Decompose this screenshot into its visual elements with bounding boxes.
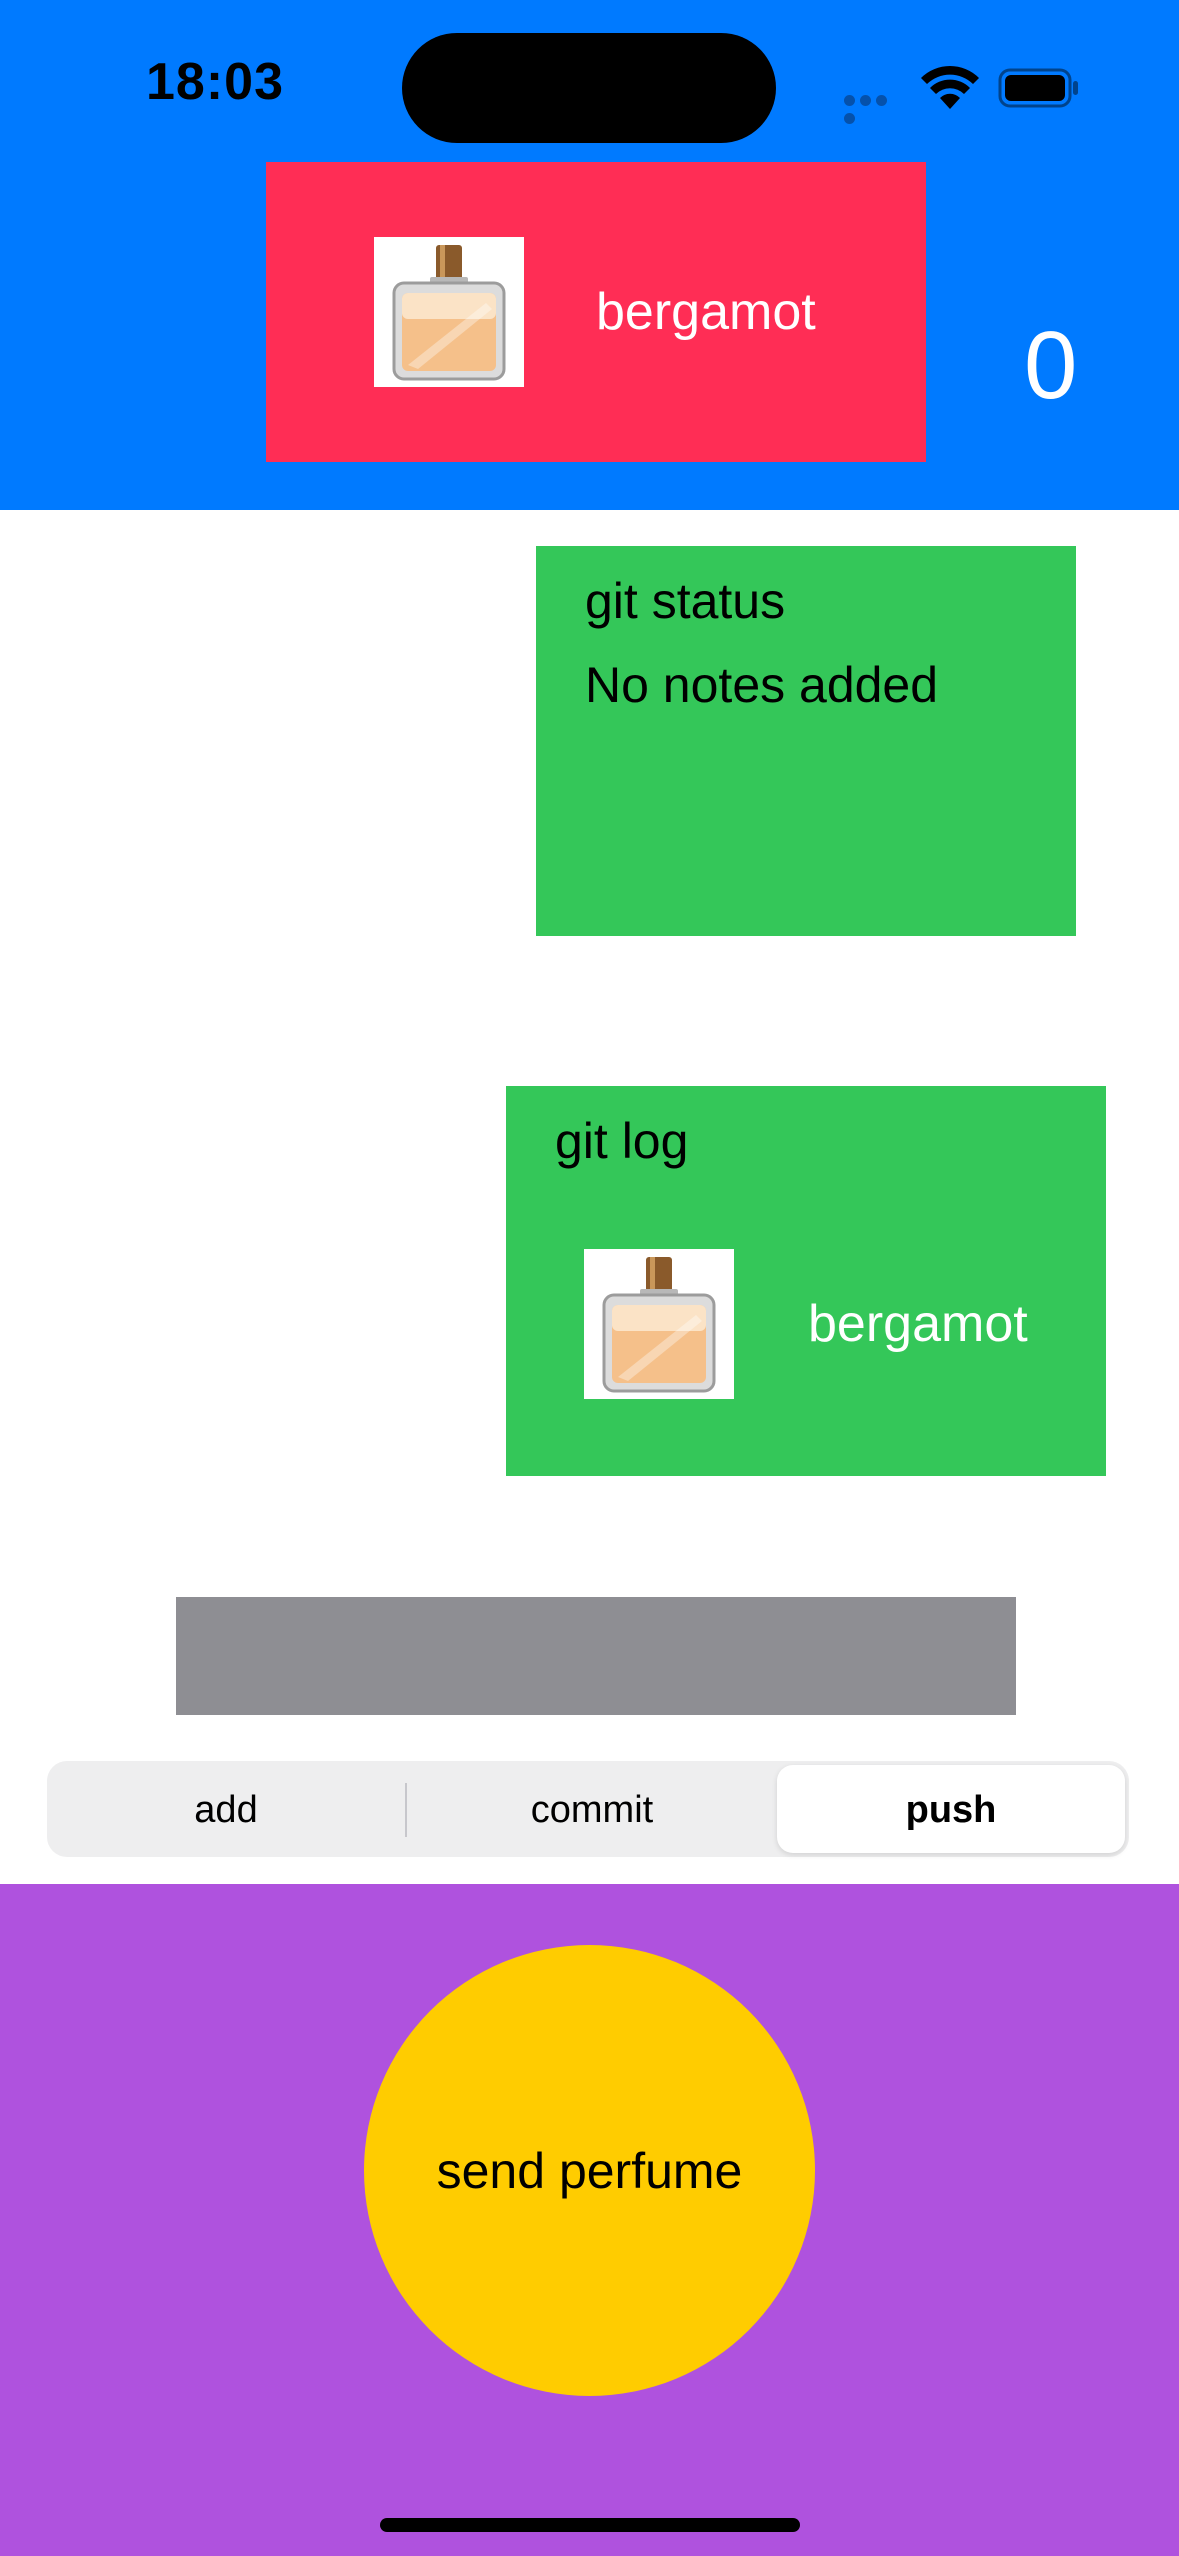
git-log-title: git log [555, 1113, 689, 1169]
perfume-bottle-icon [374, 237, 524, 387]
segment-push[interactable]: push [777, 1783, 1125, 1837]
git-log-entry-label: bergamot [808, 1295, 1028, 1353]
staging-bar [176, 1597, 1016, 1715]
dynamic-island [402, 33, 776, 143]
current-note-label: bergamot [596, 283, 816, 341]
send-perfume-button[interactable]: send perfume [364, 1945, 815, 2396]
segment-add[interactable]: add [50, 1783, 402, 1837]
battery-icon [998, 68, 1078, 108]
status-time: 18:03 [146, 53, 284, 111]
git-status-title: git status [585, 573, 786, 629]
note-counter: 0 [1024, 312, 1078, 419]
cellular-signal-icon [844, 95, 906, 124]
segment-divider [405, 1783, 407, 1837]
git-status-message: No notes added [585, 657, 939, 713]
wifi-icon [921, 65, 979, 109]
app-screen: 18:03 bergamot 0 git status No notes add… [0, 0, 1179, 2556]
segment-commit[interactable]: commit [410, 1783, 774, 1837]
perfume-bottle-icon [584, 1249, 734, 1399]
home-indicator[interactable] [380, 2518, 800, 2532]
